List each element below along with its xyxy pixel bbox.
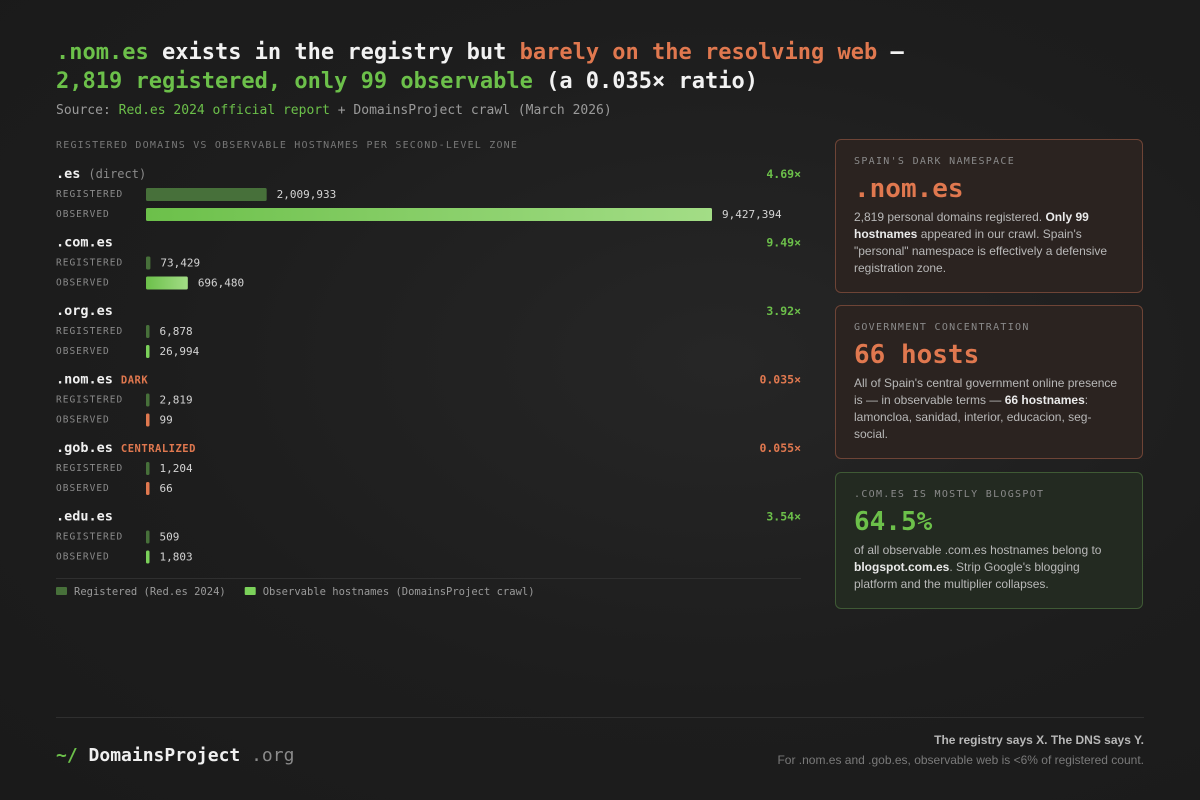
zone-label: .es (direct) (56, 166, 146, 182)
row-label-registered: REGISTERED (56, 189, 123, 200)
row-label-observed: OBSERVED (56, 483, 110, 494)
card-kicker: SPAIN'S DARK NAMESPACE (854, 156, 1016, 167)
zone-tag: DARK (121, 375, 148, 387)
bar-registered (146, 256, 151, 270)
bar-registered (146, 325, 150, 338)
zone-name: .nom.es (56, 372, 113, 388)
zone-tag: CENTRALIZED (121, 443, 196, 455)
bar-registered (146, 530, 150, 544)
value-label-observed: 26,994 (160, 345, 200, 358)
zone-name: .org.es (56, 303, 113, 319)
bar-observed (146, 413, 150, 427)
brand-name: DomainsProject (88, 745, 241, 766)
row-label-observed: OBSERVED (56, 209, 110, 220)
row-label-registered: REGISTERED (56, 258, 123, 269)
footer-divider (56, 717, 1144, 718)
zone-name: .es (56, 166, 80, 182)
value-label-observed: 9,427,394 (722, 208, 782, 221)
card-body: All of Spain's central government online… (854, 375, 1124, 443)
zone-suffix: (direct) (88, 167, 146, 181)
card-headline: .nom.es (854, 174, 964, 204)
card-kicker: GOVERNMENT CONCENTRATION (854, 322, 1030, 333)
legend-label: Registered (Red.es 2024) (74, 586, 226, 598)
row-label-registered: REGISTERED (56, 326, 123, 337)
bar-observed (146, 482, 150, 495)
brand-tld: .org (251, 745, 295, 766)
brand-logo: ~/ DomainsProject .org (56, 745, 294, 766)
card-headline: 66 hosts (854, 340, 980, 370)
ratio-label: 3.92× (766, 304, 801, 318)
legend-swatch (244, 587, 256, 595)
card-government: GOVERNMENT CONCENTRATION 66 hosts All of… (835, 305, 1143, 459)
ratio-label: 0.055× (759, 441, 801, 455)
zone-label: .edu.es (56, 509, 113, 525)
bar-registered (146, 462, 150, 475)
value-label-observed: 1,803 (160, 551, 193, 564)
ratio-label: 0.035× (759, 373, 801, 387)
zone-label: .nom.es DARK (56, 372, 148, 388)
card-body-text: of all observable .com.es hostnames belo… (854, 543, 1102, 557)
card-body-bold: 66 hostnames (1004, 393, 1085, 407)
row-label-registered: REGISTERED (56, 532, 123, 543)
bar-observed (146, 345, 150, 358)
value-label-observed: 99 (160, 414, 173, 427)
card-body-text: 2,819 personal domains registered. (854, 210, 1046, 224)
ratio-label: 4.69× (766, 167, 801, 181)
legend-label: Observable hostnames (DomainsProject cra… (263, 586, 535, 598)
ratio-label: 3.54× (766, 510, 801, 524)
value-label-registered: 73,429 (160, 257, 200, 270)
card-headline: 64.5% (854, 507, 933, 537)
footer-detail: For .nom.es and .gob.es, observable web … (777, 753, 1144, 767)
legend-swatch (56, 587, 67, 595)
bar-chart: .es (direct) 4.69× REGISTERED 2,009,933 OBSER… (56, 166, 801, 598)
row-label-observed: OBSERVED (56, 552, 110, 563)
row-label-observed: OBSERVED (56, 346, 110, 357)
headline-dash: — (877, 40, 904, 65)
value-label-registered: 2,009,933 (277, 188, 337, 201)
bar-registered (146, 188, 267, 201)
card-body: of all observable .com.es hostnames belo… (854, 542, 1124, 593)
zone-name: .gob.es (56, 440, 113, 456)
brand-tilde: ~/ (56, 745, 78, 766)
card-body: 2,819 personal domains registered. Only … (854, 209, 1124, 277)
value-label-registered: 1,204 (160, 462, 193, 475)
footer-note: The registry says X. The DNS says Y. For… (777, 733, 1144, 767)
value-label-observed: 66 (160, 482, 173, 495)
row-label-registered: REGISTERED (56, 395, 123, 406)
row-label-observed: OBSERVED (56, 415, 110, 426)
zone-label: .com.es (56, 235, 113, 251)
value-label-registered: 509 (160, 531, 180, 544)
zone-label: .org.es (56, 303, 113, 319)
bar-observed (146, 276, 188, 290)
row-label-registered: REGISTERED (56, 463, 123, 474)
ratio-label: 9.49× (766, 236, 801, 250)
card-dark-namespace: SPAIN'S DARK NAMESPACE .nom.es 2,819 per… (835, 139, 1143, 293)
bar-registered (146, 393, 150, 407)
row-label-observed: OBSERVED (56, 278, 110, 289)
value-label-registered: 6,878 (160, 325, 193, 338)
footer-tagline: The registry says X. The DNS says Y. (934, 733, 1144, 747)
value-label-observed: 696,480 (198, 277, 244, 290)
zone-label: .gob.es CENTRALIZED (56, 440, 196, 456)
bar-observed (146, 208, 712, 221)
value-label-registered: 2,819 (160, 394, 193, 407)
card-kicker: .COM.ES IS MOSTLY BLOGSPOT (854, 489, 1045, 500)
card-blogspot: .COM.ES IS MOSTLY BLOGSPOT 64.5% of all … (835, 472, 1143, 609)
bar-observed (146, 550, 150, 564)
zone-name: .edu.es (56, 509, 113, 525)
card-body-bold: blogspot.com.es (854, 560, 950, 574)
zone-name: .com.es (56, 235, 113, 251)
